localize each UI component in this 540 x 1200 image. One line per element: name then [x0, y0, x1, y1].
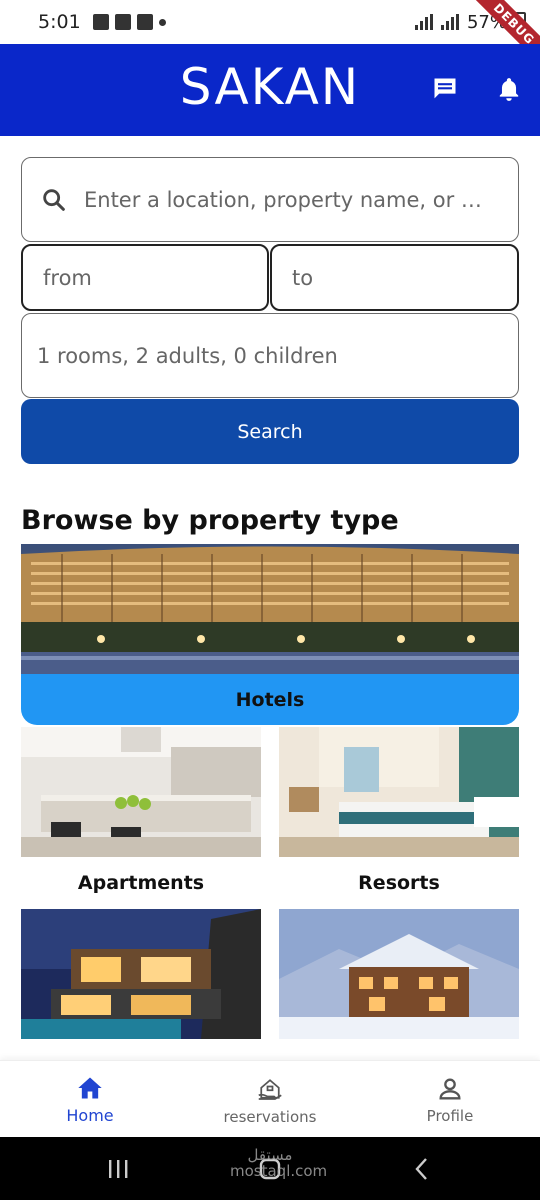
- property-type-apartments[interactable]: Apartments: [21, 727, 261, 909]
- system-navigation-bar: مستقل mostaql.com: [0, 1137, 540, 1200]
- from-placeholder: from: [43, 265, 92, 290]
- nav-home[interactable]: Home: [0, 1061, 180, 1138]
- recents-icon: [109, 1160, 128, 1178]
- back-icon: [415, 1158, 427, 1180]
- section-title: Browse by property type: [21, 505, 399, 536]
- reservations-icon: [258, 1078, 282, 1100]
- notification-icons: [92, 14, 166, 30]
- chat-icon: [434, 78, 456, 99]
- from-date-field[interactable]: from: [21, 244, 269, 311]
- search-button-label: Search: [237, 420, 303, 443]
- dot-icon: [158, 18, 166, 26]
- apartments-image: [21, 727, 261, 857]
- location-search-input[interactable]: Enter a location, property name, or a…: [21, 157, 519, 242]
- property-type-resorts[interactable]: Resorts: [279, 727, 519, 909]
- to-placeholder: to: [292, 265, 314, 290]
- hotels-image: [21, 544, 519, 674]
- recents-button[interactable]: [98, 1153, 138, 1185]
- apartments-label: Apartments: [77, 872, 205, 894]
- chat-button[interactable]: [430, 74, 460, 104]
- signal-icon-2: [440, 14, 459, 30]
- watermark: مستقل mostaql.com: [230, 1146, 328, 1180]
- villa-image: [21, 909, 261, 1039]
- property-type-villas[interactable]: [21, 909, 261, 1039]
- person-icon: [439, 1078, 461, 1099]
- bell-icon: [499, 78, 519, 101]
- search-button[interactable]: Search: [21, 399, 519, 464]
- nav-home-label: Home: [66, 1106, 114, 1125]
- back-button[interactable]: [402, 1153, 442, 1185]
- home-icon: [78, 1077, 102, 1099]
- nav-reservations-label: reservations: [223, 1107, 317, 1126]
- shield-icon: [136, 14, 153, 30]
- property-type-cabins[interactable]: [279, 909, 519, 1039]
- cabin-image: [279, 909, 519, 1039]
- status-bar: 5:01 57% DEBUG: [0, 0, 540, 74]
- search-icon: [43, 188, 65, 211]
- resorts-image: [279, 727, 519, 857]
- gmail-icon: [114, 14, 131, 30]
- guests-field[interactable]: 1 rooms, 2 adults, 0 children: [21, 313, 519, 398]
- guests-value: 1 rooms, 2 adults, 0 children: [37, 343, 338, 368]
- nav-profile-label: Profile: [426, 1106, 474, 1125]
- bottom-navigation: Home reservations Profile: [0, 1060, 540, 1137]
- app-bar: SAKAN: [0, 44, 540, 136]
- to-date-field[interactable]: to: [270, 244, 519, 311]
- location-placeholder: Enter a location, property name, or a…: [84, 187, 494, 212]
- signal-icon: [414, 14, 433, 30]
- notifications-button[interactable]: [494, 74, 524, 104]
- status-time: 5:01: [38, 11, 81, 33]
- hotels-label: Hotels: [21, 674, 519, 725]
- resorts-label: Resorts: [358, 872, 440, 894]
- image-icon: [92, 14, 109, 30]
- nav-reservations[interactable]: reservations: [180, 1061, 360, 1138]
- nav-profile[interactable]: Profile: [360, 1061, 540, 1138]
- property-type-hotels[interactable]: Hotels: [21, 544, 519, 725]
